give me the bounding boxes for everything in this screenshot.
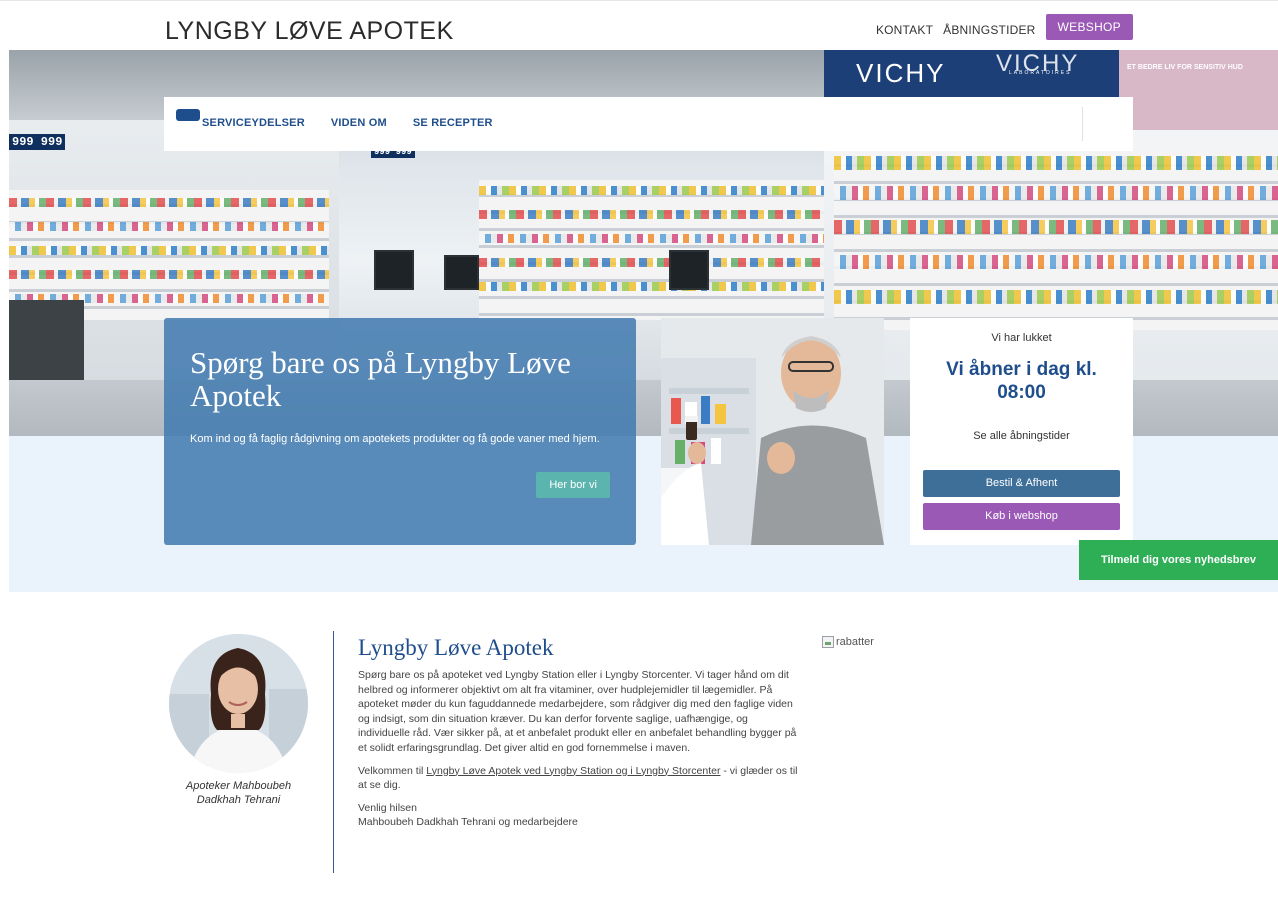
- customer-photo: [661, 318, 884, 545]
- pharmacist-avatar: [169, 634, 308, 773]
- locations-link[interactable]: Lyngby Løve Apotek ved Lyngby Station og…: [426, 765, 720, 777]
- welcome-paragraph: Velkommen til Lyngby Løve Apotek ved Lyn…: [358, 764, 798, 793]
- newsletter-button[interactable]: Tilmeld dig vores nyhedsbrev: [1079, 540, 1278, 580]
- site-brand[interactable]: LYNGBY LØVE APOTEK: [165, 17, 454, 46]
- vichy-banner: VICHY VICHY LABORATOIRES: [824, 50, 1119, 100]
- nav-divider: [1082, 107, 1083, 141]
- buy-webshop-button[interactable]: Køb i webshop: [923, 503, 1120, 530]
- vichy-text: VICHY: [856, 58, 946, 88]
- broken-image-icon: [822, 636, 834, 648]
- order-pickup-button[interactable]: Bestil & Afhent: [923, 470, 1120, 497]
- register-screen: [374, 250, 414, 290]
- content-divider: [333, 631, 334, 873]
- product-row: [834, 255, 1278, 269]
- product-row: [834, 290, 1278, 304]
- rabatter-image[interactable]: rabatter: [822, 636, 874, 648]
- article-title: Lyngby Løve Apotek: [358, 635, 554, 660]
- opens-text: Vi åbner i dag kl. 08:00: [946, 359, 1097, 403]
- intro-title: Spørg bare os på Lyngby Løve Apotek: [190, 345, 571, 413]
- nav-item-viden-om[interactable]: VIDEN OM: [331, 117, 387, 129]
- customer-photo-illustration: [661, 318, 884, 545]
- see-all-hours-link[interactable]: Se alle åbningstider: [910, 430, 1133, 442]
- promo-banner: ET BEDRE LIV FOR SENSITIV HUD: [1119, 50, 1278, 130]
- product-row: [479, 186, 824, 195]
- product-row: [834, 156, 1278, 170]
- product-row: [9, 270, 329, 279]
- nav-item-se-recepter[interactable]: SE RECEPTER: [413, 117, 493, 129]
- product-row: [834, 220, 1278, 234]
- intro-text: Kom ind og få faglig rådgivning om apote…: [190, 433, 600, 445]
- vichy-sub: LABORATOIRES: [1009, 70, 1072, 76]
- top-links: KONTAKT ÅBNINGSTIDER WEBSHOP: [876, 14, 1133, 40]
- opening-hours-card: Vi har lukket Vi åbner i dag kl. 08:00 S…: [910, 318, 1133, 545]
- rabatter-alt-text: rabatter: [836, 636, 874, 648]
- price-sign: 999 999: [9, 134, 66, 150]
- product-row: [834, 186, 1278, 200]
- product-row: [479, 258, 824, 267]
- pharmacist-caption: Apoteker Mahboubeh Dadkhah Tehrani: [185, 780, 292, 806]
- article-body: Spørg bare os på apoteket ved Lyngby Sta…: [358, 669, 797, 754]
- product-row: [9, 246, 329, 255]
- signature: Mahboubeh Dadkhah Tehrani og medarbejder…: [358, 816, 578, 829]
- pharmacist-portrait: [169, 634, 308, 773]
- product-row: [479, 210, 824, 219]
- product-row: [479, 282, 824, 291]
- welcome-prefix: Velkommen til: [358, 764, 427, 777]
- register-screen: [444, 255, 479, 290]
- intro-card: Spørg bare os på Lyngby Løve Apotek Kom …: [164, 318, 636, 545]
- greeting: Venlig hilsen: [358, 801, 417, 814]
- opening-hours-link[interactable]: ÅBNINGSTIDER: [943, 23, 1035, 37]
- nav-items: SERVICEYDELSER VIDEN OM SE RECEPTER: [202, 117, 493, 129]
- nav-logo-icon[interactable]: [176, 109, 200, 121]
- shelf: [479, 180, 824, 320]
- register-screen: [669, 250, 709, 290]
- location-button[interactable]: Her bor vi: [536, 472, 610, 498]
- contact-link[interactable]: KONTAKT: [876, 23, 933, 37]
- main-nav: SERVICEYDELSER VIDEN OM SE RECEPTER: [164, 97, 1133, 151]
- product-row: [9, 222, 329, 231]
- about-article: Lyngby Løve Apotek Spørg bare os på apot…: [358, 634, 798, 838]
- product-row: [9, 198, 329, 207]
- product-row: [479, 234, 824, 243]
- site-header: LYNGBY LØVE APOTEK KONTAKT ÅBNINGSTIDER …: [0, 0, 1278, 50]
- status-text: Vi har lukket: [991, 332, 1052, 344]
- webshop-button[interactable]: WEBSHOP: [1045, 14, 1133, 40]
- nav-item-serviceydelser[interactable]: SERVICEYDELSER: [202, 117, 305, 129]
- signature-block: Venlig hilsen Mahboubeh Dadkhah Tehrani o…: [358, 801, 798, 830]
